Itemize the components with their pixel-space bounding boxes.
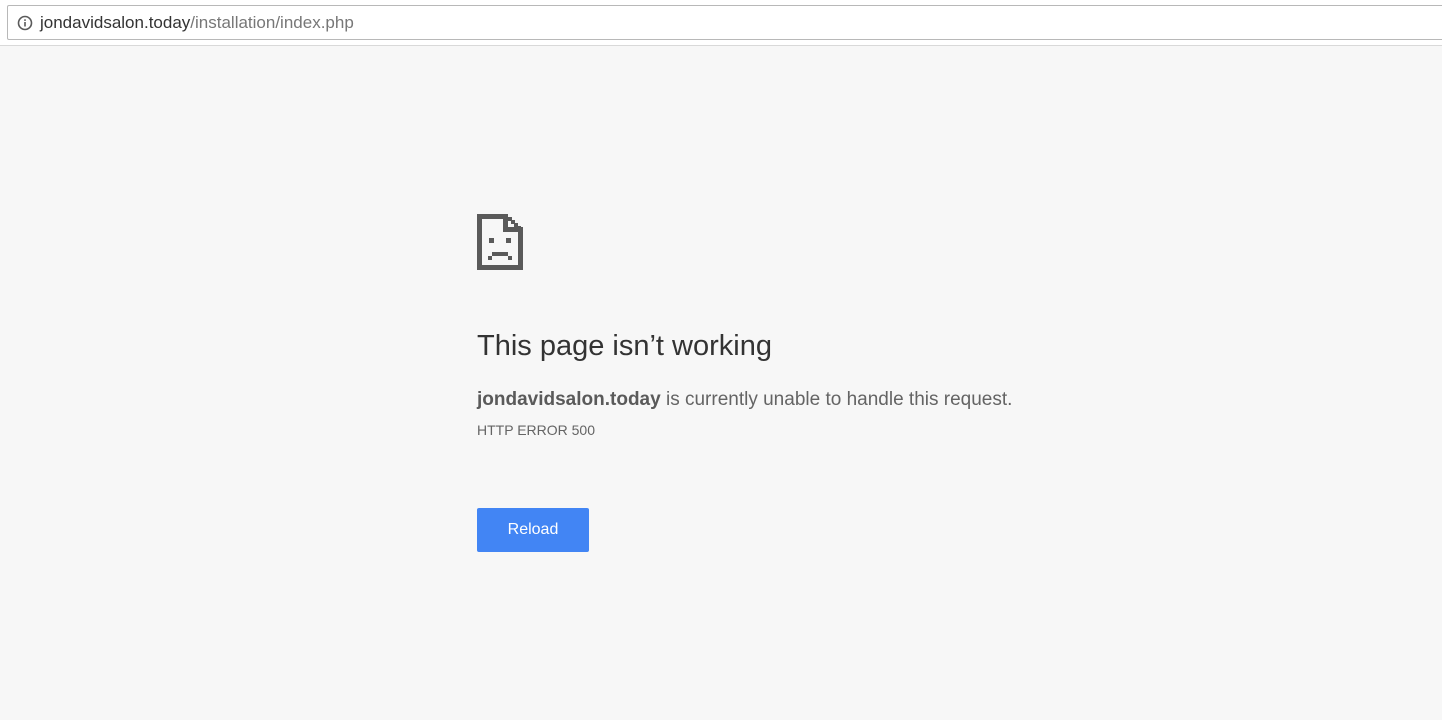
error-message-text: is currently unable to handle this reque…: [660, 389, 1013, 410]
error-title: This page isn’t working: [477, 330, 772, 362]
sad-page-icon: [477, 214, 523, 270]
url-path: /installation/index.php: [190, 12, 354, 32]
error-content: This page isn’t working jondavidsalon.to…: [477, 214, 1177, 552]
url-text[interactable]: jondavidsalon.today/installation/index.p…: [40, 13, 354, 33]
reload-button[interactable]: Reload: [477, 508, 589, 552]
error-code: HTTP ERROR 500: [477, 422, 595, 438]
info-icon[interactable]: [17, 15, 33, 31]
url-host: jondavidsalon.today: [40, 12, 191, 32]
error-message: jondavidsalon.today is currently unable …: [477, 389, 1012, 411]
browser-toolbar: jondavidsalon.today/installation/index.p…: [0, 0, 1442, 46]
address-bar[interactable]: jondavidsalon.today/installation/index.p…: [7, 5, 1442, 40]
error-host: jondavidsalon.today: [477, 389, 661, 410]
